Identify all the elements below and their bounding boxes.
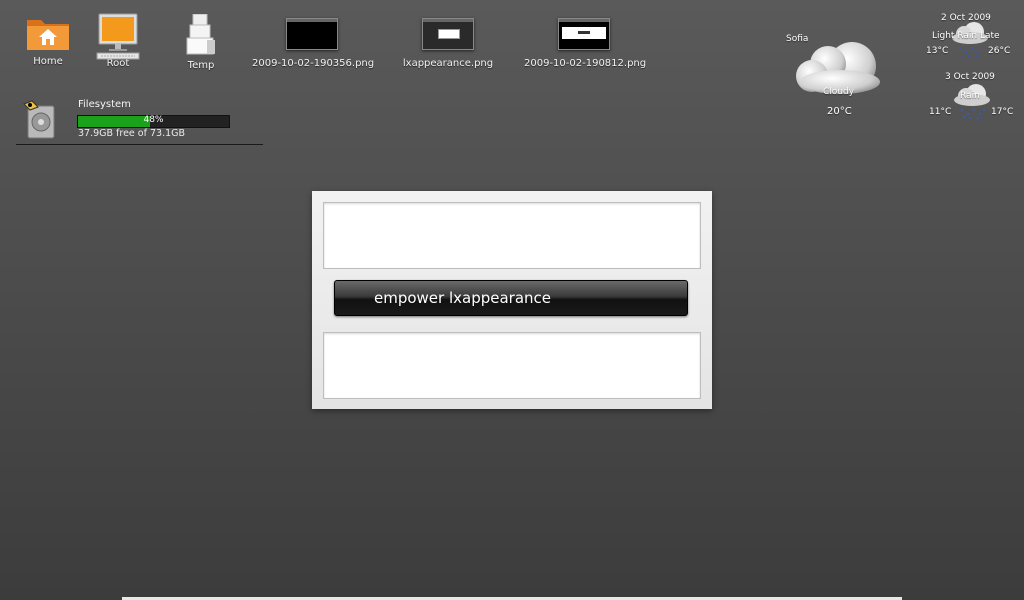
lxappearance-dialog: empower lxappearance [312, 191, 712, 409]
image-thumbnail-icon [422, 18, 474, 50]
desktop-icon-screenshot-1[interactable]: 2009-10-02-190356.png [252, 18, 375, 69]
disk-usage-bar: 48% [77, 115, 230, 128]
dialog-bottom-panel [323, 332, 701, 399]
weather-condition: Cloudy [823, 87, 855, 97]
desktop-icon-label: 2009-10-02-190812.png [524, 58, 647, 69]
desktop-icon-screenshot-2[interactable]: 2009-10-02-190812.png [524, 18, 647, 69]
desktop-icon-label: 2009-10-02-190356.png [252, 58, 375, 69]
desktop-icon-lxappearance-png[interactable]: lxappearance.png [398, 18, 498, 69]
filesystem-title: Filesystem [78, 99, 131, 110]
computer-monitor-icon [95, 12, 141, 60]
image-thumbnail-icon [558, 18, 610, 50]
desktop-icon-label: Home [33, 56, 63, 67]
desktop-icon-label: lxappearance.png [402, 58, 494, 69]
desktop-icon-home[interactable]: Home [22, 14, 74, 67]
forecast-day1-high: 26°C [988, 46, 1011, 56]
dialog-top-panel [323, 202, 701, 269]
image-thumbnail-icon [286, 18, 338, 50]
stacked-boxes-icon [185, 13, 217, 56]
desktop-icon-temp[interactable]: Temp [178, 13, 224, 71]
filesystem-widget: Filesystem 48% 37.9GB free of 73.1GB [16, 96, 263, 145]
forecast-day2-low: 11°C [929, 107, 952, 117]
weather-temperature: 20°C [827, 106, 852, 117]
desktop-icon-root[interactable]: Root [92, 12, 144, 69]
disk-usage-percent: 48% [143, 115, 164, 125]
forecast-day2-high: 17°C [991, 107, 1014, 117]
empower-lxappearance-button[interactable]: empower lxappearance [334, 280, 688, 316]
hard-drive-icon [22, 100, 58, 140]
disk-free-text: 37.9GB free of 73.1GB [78, 128, 186, 139]
forecast-day1-low: 13°C [926, 46, 949, 56]
forecast-day2-condition: Rain [960, 91, 980, 101]
forecast-day2-date: 3 Oct 2009 [945, 72, 995, 82]
home-folder-icon [25, 14, 71, 52]
forecast-day1-condition: Light Rain Late [932, 31, 1000, 41]
forecast-day1-date: 2 Oct 2009 [941, 13, 991, 23]
desktop-icon-label: Temp [187, 60, 215, 71]
